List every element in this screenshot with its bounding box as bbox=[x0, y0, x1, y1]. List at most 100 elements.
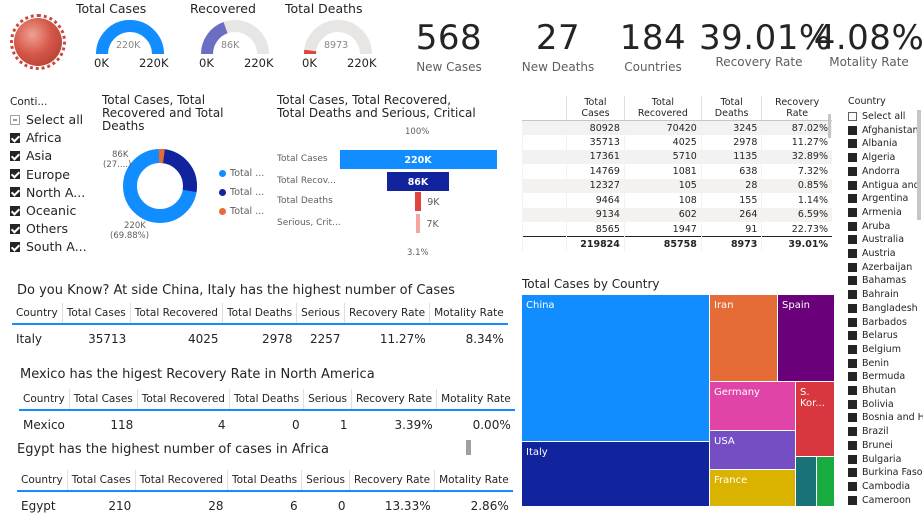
country-option[interactable]: Afghanistan bbox=[848, 125, 919, 136]
treemap-tile[interactable]: Italy bbox=[522, 442, 709, 506]
treemap-tile[interactable]: Iran bbox=[710, 295, 777, 381]
country-option[interactable]: Burkina Faso bbox=[848, 467, 923, 478]
checkbox-icon[interactable] bbox=[848, 358, 857, 368]
checkbox-icon[interactable] bbox=[10, 187, 20, 198]
checkbox-icon[interactable] bbox=[848, 139, 857, 149]
treemap-tile[interactable]: USA bbox=[710, 431, 795, 469]
table-row[interactable]: 9464 108 155 1.14% bbox=[522, 193, 832, 208]
country-option[interactable]: Barbados bbox=[848, 317, 907, 328]
country-option[interactable]: Bosnia and H... bbox=[848, 412, 923, 423]
checkbox-icon[interactable] bbox=[10, 132, 20, 143]
column-header[interactable]: Recovery Rate bbox=[761, 96, 832, 121]
checkbox-icon[interactable] bbox=[848, 440, 857, 450]
checkbox-icon[interactable] bbox=[848, 180, 857, 190]
country-option[interactable]: Australia bbox=[848, 234, 904, 245]
table-row[interactable]: 14769 1081 638 7.32% bbox=[522, 164, 832, 179]
continent-option[interactable]: Europe bbox=[10, 167, 70, 182]
continent-option[interactable]: South A... bbox=[10, 239, 87, 254]
country-option[interactable]: Select all bbox=[848, 111, 905, 122]
table-row[interactable]: 17361 5710 1135 32.89% bbox=[522, 149, 832, 164]
table-row[interactable]: 9134 602 264 6.59% bbox=[522, 207, 832, 222]
legend-item[interactable]: Total ... bbox=[219, 168, 264, 179]
checkbox-icon[interactable] bbox=[848, 166, 857, 176]
country-option[interactable]: Andorra bbox=[848, 166, 900, 177]
legend-item[interactable]: Total ... bbox=[219, 206, 264, 217]
country-option[interactable]: Brazil bbox=[848, 426, 889, 437]
country-option[interactable]: Brunei bbox=[848, 440, 893, 451]
checkbox-icon[interactable] bbox=[10, 114, 20, 125]
checkbox-icon[interactable] bbox=[848, 276, 857, 286]
checkbox-icon[interactable] bbox=[848, 468, 857, 478]
continent-option[interactable]: Others bbox=[10, 221, 68, 236]
checkbox-icon[interactable] bbox=[848, 331, 857, 341]
country-option[interactable]: Bangladesh bbox=[848, 303, 918, 314]
treemap-tile[interactable]: China bbox=[522, 295, 709, 441]
country-option[interactable]: Bahrain bbox=[848, 289, 899, 300]
checkbox-icon[interactable] bbox=[848, 386, 857, 395]
checkbox-icon[interactable] bbox=[10, 150, 20, 161]
continent-option[interactable]: Africa bbox=[10, 130, 62, 145]
checkbox-icon[interactable] bbox=[10, 241, 20, 252]
table-row[interactable]: 35713 4025 2978 11.27% bbox=[522, 135, 832, 150]
column-header[interactable]: Total Deaths bbox=[700, 96, 762, 121]
country-option[interactable]: Albania bbox=[848, 138, 897, 149]
country-option[interactable]: Benin bbox=[848, 358, 889, 369]
country-option[interactable]: Antigua and ... bbox=[848, 180, 923, 191]
checkbox-icon[interactable] bbox=[848, 495, 857, 505]
treemap-tile[interactable]: S. Kor... bbox=[796, 382, 834, 456]
checkbox-icon[interactable] bbox=[848, 262, 857, 272]
checkbox-icon[interactable] bbox=[848, 317, 857, 327]
checkbox-icon[interactable] bbox=[848, 125, 857, 135]
continent-option[interactable]: Asia bbox=[10, 148, 52, 163]
funnel-bar[interactable] bbox=[414, 192, 422, 211]
checkbox-icon[interactable] bbox=[848, 290, 857, 300]
checkbox-icon[interactable] bbox=[848, 194, 857, 204]
checkbox-icon[interactable] bbox=[848, 207, 857, 217]
checkbox-icon[interactable] bbox=[848, 344, 857, 354]
country-option[interactable]: Belgium bbox=[848, 344, 901, 355]
treemap-tile[interactable]: France bbox=[710, 470, 795, 506]
continent-option[interactable]: Select all bbox=[10, 112, 83, 127]
funnel-bar[interactable] bbox=[415, 214, 421, 233]
country-option[interactable]: Bolivia bbox=[848, 399, 894, 410]
checkbox-icon[interactable] bbox=[848, 454, 857, 464]
checkbox-icon[interactable] bbox=[848, 112, 857, 121]
country-option[interactable]: Bahamas bbox=[848, 275, 906, 286]
table-row[interactable]: 8565 1947 91 22.73% bbox=[522, 222, 832, 237]
legend-item[interactable]: Total ... bbox=[219, 187, 264, 198]
notes-scrollbar[interactable] bbox=[466, 440, 471, 455]
checkbox-icon[interactable] bbox=[10, 205, 20, 216]
column-header[interactable]: Total Recovered bbox=[623, 96, 702, 121]
treemap-tile[interactable]: Germany bbox=[710, 382, 795, 430]
checkbox-icon[interactable] bbox=[848, 481, 857, 491]
country-option[interactable]: Algeria bbox=[848, 152, 895, 163]
country-option[interactable]: Austria bbox=[848, 248, 896, 259]
checkbox-icon[interactable] bbox=[848, 153, 857, 163]
checkbox-icon[interactable] bbox=[848, 372, 857, 382]
treemap-tile[interactable] bbox=[796, 457, 816, 506]
checkbox-icon[interactable] bbox=[848, 427, 857, 437]
treemap-tile[interactable] bbox=[817, 457, 834, 506]
country-option[interactable]: Argentina bbox=[848, 193, 908, 204]
country-option[interactable]: Belarus bbox=[848, 330, 898, 341]
table-row[interactable]: 80928 70420 3245 87.02% bbox=[522, 120, 832, 135]
checkbox-icon[interactable] bbox=[848, 413, 857, 423]
checkbox-icon[interactable] bbox=[848, 303, 857, 313]
column-header[interactable]: Total Cases bbox=[566, 96, 625, 121]
table-scrollbar[interactable] bbox=[828, 114, 831, 138]
country-option[interactable]: Bhutan bbox=[848, 385, 896, 396]
country-option[interactable]: Aruba bbox=[848, 221, 890, 232]
checkbox-icon[interactable] bbox=[848, 249, 857, 258]
country-option[interactable]: Cameroon bbox=[848, 495, 911, 506]
country-stats-table[interactable]: Total Cases Total Recovered Total Deaths Re… bbox=[522, 96, 832, 254]
checkbox-icon[interactable] bbox=[848, 221, 857, 231]
country-scrollbar[interactable] bbox=[917, 110, 921, 220]
continent-option[interactable]: North A... bbox=[10, 185, 85, 200]
checkbox-icon[interactable] bbox=[848, 399, 857, 409]
country-option[interactable]: Bermuda bbox=[848, 371, 905, 382]
table-row[interactable]: 12327 105 28 0.85% bbox=[522, 178, 832, 193]
country-option[interactable]: Bulgaria bbox=[848, 454, 901, 465]
country-option[interactable]: Armenia bbox=[848, 207, 902, 218]
country-option[interactable]: Azerbaijan bbox=[848, 262, 912, 273]
treemap-tile[interactable]: Spain bbox=[778, 295, 834, 381]
